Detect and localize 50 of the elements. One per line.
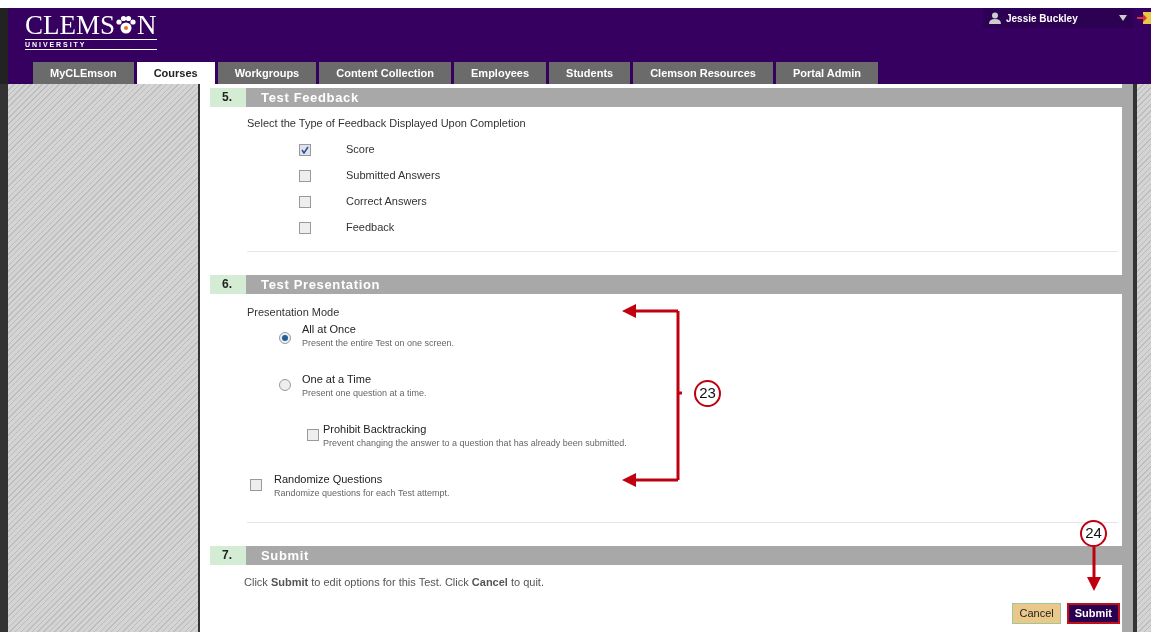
nav-tab[interactable]: Courses xyxy=(136,62,215,84)
option-description: Prevent changing the answer to a question that has already been submitted. xyxy=(323,437,627,450)
nav-tab[interactable]: Portal Admin xyxy=(775,62,878,84)
mode-description: Present the entire Test on one screen. xyxy=(302,337,454,350)
down-arrow xyxy=(1087,547,1101,591)
checkbox[interactable] xyxy=(307,429,319,441)
option-label: Score xyxy=(346,142,375,158)
callout-number: 24 xyxy=(1080,520,1107,547)
checkbox[interactable] xyxy=(299,143,311,156)
nav-tab[interactable]: Workgroups xyxy=(217,62,317,84)
section-title: Test Presentation xyxy=(246,274,1122,294)
logout-icon[interactable] xyxy=(1137,11,1151,25)
section-title: Test Feedback xyxy=(246,88,1122,107)
user-icon xyxy=(989,12,1001,24)
option-label: Randomize Questions xyxy=(274,472,384,486)
option-label: Submitted Answers xyxy=(346,168,441,184)
section-title: Submit xyxy=(246,546,1122,565)
mode-label: One at a Time xyxy=(302,372,373,386)
checkbox[interactable] xyxy=(299,195,311,208)
section-number: 5. xyxy=(210,88,246,107)
submit-instructions: Click Submit to edit options for this Test. Click Cancel to quit. xyxy=(244,575,545,590)
nav-tab[interactable]: Clemson Resources xyxy=(633,62,773,84)
logo-text: N xyxy=(137,11,157,39)
nav-tab[interactable]: MyCLEmson xyxy=(33,62,134,84)
checkbox[interactable] xyxy=(250,479,262,491)
checkbox[interactable] xyxy=(299,169,311,182)
section-number: 7. xyxy=(210,546,246,565)
presentation-prompt: Presentation Mode xyxy=(247,304,341,320)
feedback-prompt: Select the Type of Feedback Displayed Upon Completion xyxy=(247,116,527,131)
radio-button[interactable] xyxy=(279,332,291,344)
user-menu[interactable]: Jessie Buckley xyxy=(983,8,1133,28)
option-label: Correct Answers xyxy=(346,194,427,210)
caret-icon xyxy=(1119,15,1127,21)
checkbox[interactable] xyxy=(299,221,311,234)
callout-number: 23 xyxy=(694,380,721,407)
cancel-button[interactable]: Cancel xyxy=(1012,602,1061,624)
option-description: Randomize questions for each Test attempt. xyxy=(274,487,450,500)
option-label: Prohibit Backtracking xyxy=(323,422,428,436)
section-number: 6. xyxy=(210,274,246,294)
paw-icon xyxy=(115,15,138,35)
option-label: Feedback xyxy=(346,220,395,236)
logo-text: CLEMS xyxy=(25,11,116,39)
submit-button[interactable]: Submit xyxy=(1066,602,1120,624)
nav-tab[interactable]: Employees xyxy=(454,62,547,84)
mode-label: All at Once xyxy=(302,322,357,336)
nav-tab[interactable]: Students xyxy=(549,62,631,84)
mode-description: Present one question at a time. xyxy=(302,387,427,400)
radio-button[interactable] xyxy=(279,379,291,391)
user-name: Jessie Buckley xyxy=(1006,11,1079,26)
nav-tab[interactable]: Content Collection xyxy=(319,62,451,84)
